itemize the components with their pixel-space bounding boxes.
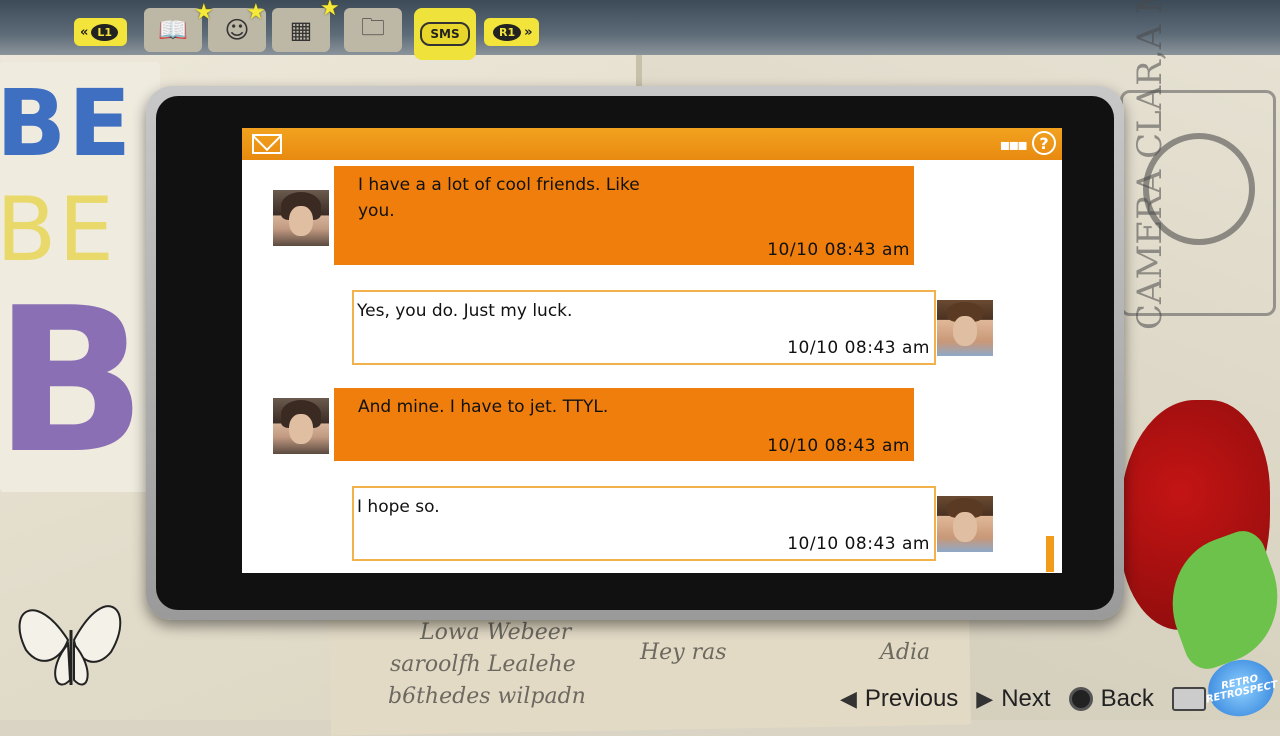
double-chevron-right-icon: » (524, 24, 533, 40)
star-icon: ★ (194, 0, 214, 25)
butterfly-icon (18, 605, 122, 686)
photo-album-icon: ▦ (289, 16, 313, 44)
message-timestamp: 10/10 08:43 am (787, 338, 930, 358)
scribble-line: saroolfh Lealehe (390, 652, 576, 677)
book-icon: 📖 (158, 16, 188, 44)
previous-button[interactable]: ◀ Previous (840, 685, 958, 713)
sms-tab-label: SMS (420, 22, 470, 46)
tab-sms[interactable]: SMS (414, 8, 476, 60)
avatar-max (273, 398, 329, 454)
message-timestamp: 10/10 08:43 am (767, 240, 910, 260)
sms-header-bar: ▪▪▪ ? (242, 128, 1062, 160)
mail-icon (252, 134, 282, 154)
message-bubble-incoming: I have a a lot of cool friends. Like you… (334, 166, 914, 265)
scroll-indicator[interactable] (1046, 536, 1054, 572)
touchpad-icon (1171, 687, 1206, 711)
next-label: Next (1001, 685, 1051, 712)
message-bubble-incoming: And mine. I have to jet. TTYL. 10/10 08:… (334, 388, 914, 461)
avatar-warren (937, 496, 993, 552)
message-bubble-outgoing: I hope so. 10/10 08:43 am (352, 486, 936, 561)
scribble-line: Adia (880, 640, 931, 665)
message-text: I hope so. (357, 497, 440, 517)
l1-label: L1 (91, 23, 119, 41)
dpad-right-icon: ▶ (976, 686, 994, 711)
double-chevron-left-icon: « (80, 24, 89, 40)
back-button[interactable]: Back (1068, 685, 1154, 713)
r1-button[interactable]: R1 » (484, 18, 539, 46)
message-text: And mine. I have to jet. TTYL. (358, 397, 609, 417)
message-bubble-outgoing: Yes, you do. Just my luck. 10/10 08:43 a… (352, 290, 936, 365)
help-icon[interactable]: ? (1032, 131, 1056, 155)
watermark-text: RETRO RETROSPECT (1205, 673, 1279, 706)
avatar-warren (937, 300, 993, 356)
scribble-line: Lowa Webeer (420, 620, 572, 645)
l1-button[interactable]: « L1 (74, 18, 128, 46)
r1-label: R1 (493, 23, 522, 41)
top-navigation: « L1 📖 ☺ ▦ 🗀 SMS R1 » ★ ★ ★ (0, 0, 1280, 60)
star-icon: ★ (246, 0, 266, 25)
next-button[interactable]: ▶ Next (976, 685, 1050, 713)
folder-icon: 🗀 (361, 12, 385, 41)
message-timestamp: 10/10 08:43 am (787, 534, 930, 554)
signal-icon: ▪▪▪ (999, 135, 1027, 154)
avatar-max (273, 190, 329, 246)
scribble-line: Hey ras (640, 640, 727, 665)
button-prompts: ◀ Previous ▶ Next Back E (840, 682, 1246, 716)
message-text: I have a a lot of cool friends. Like you… (358, 175, 646, 221)
scribble-line: b6thedes wilpadn (388, 684, 586, 709)
tab-files[interactable]: 🗀 (344, 8, 402, 52)
message-timestamp: 10/10 08:43 am (767, 436, 910, 456)
star-icon: ★ (320, 0, 340, 21)
previous-label: Previous (864, 685, 959, 712)
back-label: Back (1100, 685, 1154, 712)
sms-screen: ▪▪▪ ? I have a a lot of cool friends. Li… (242, 128, 1062, 573)
dpad-left-icon: ◀ (840, 686, 857, 711)
message-text: Yes, you do. Just my luck. (357, 301, 573, 321)
collage-word-blue: BE (0, 70, 133, 177)
circle-button-icon (1068, 687, 1093, 711)
